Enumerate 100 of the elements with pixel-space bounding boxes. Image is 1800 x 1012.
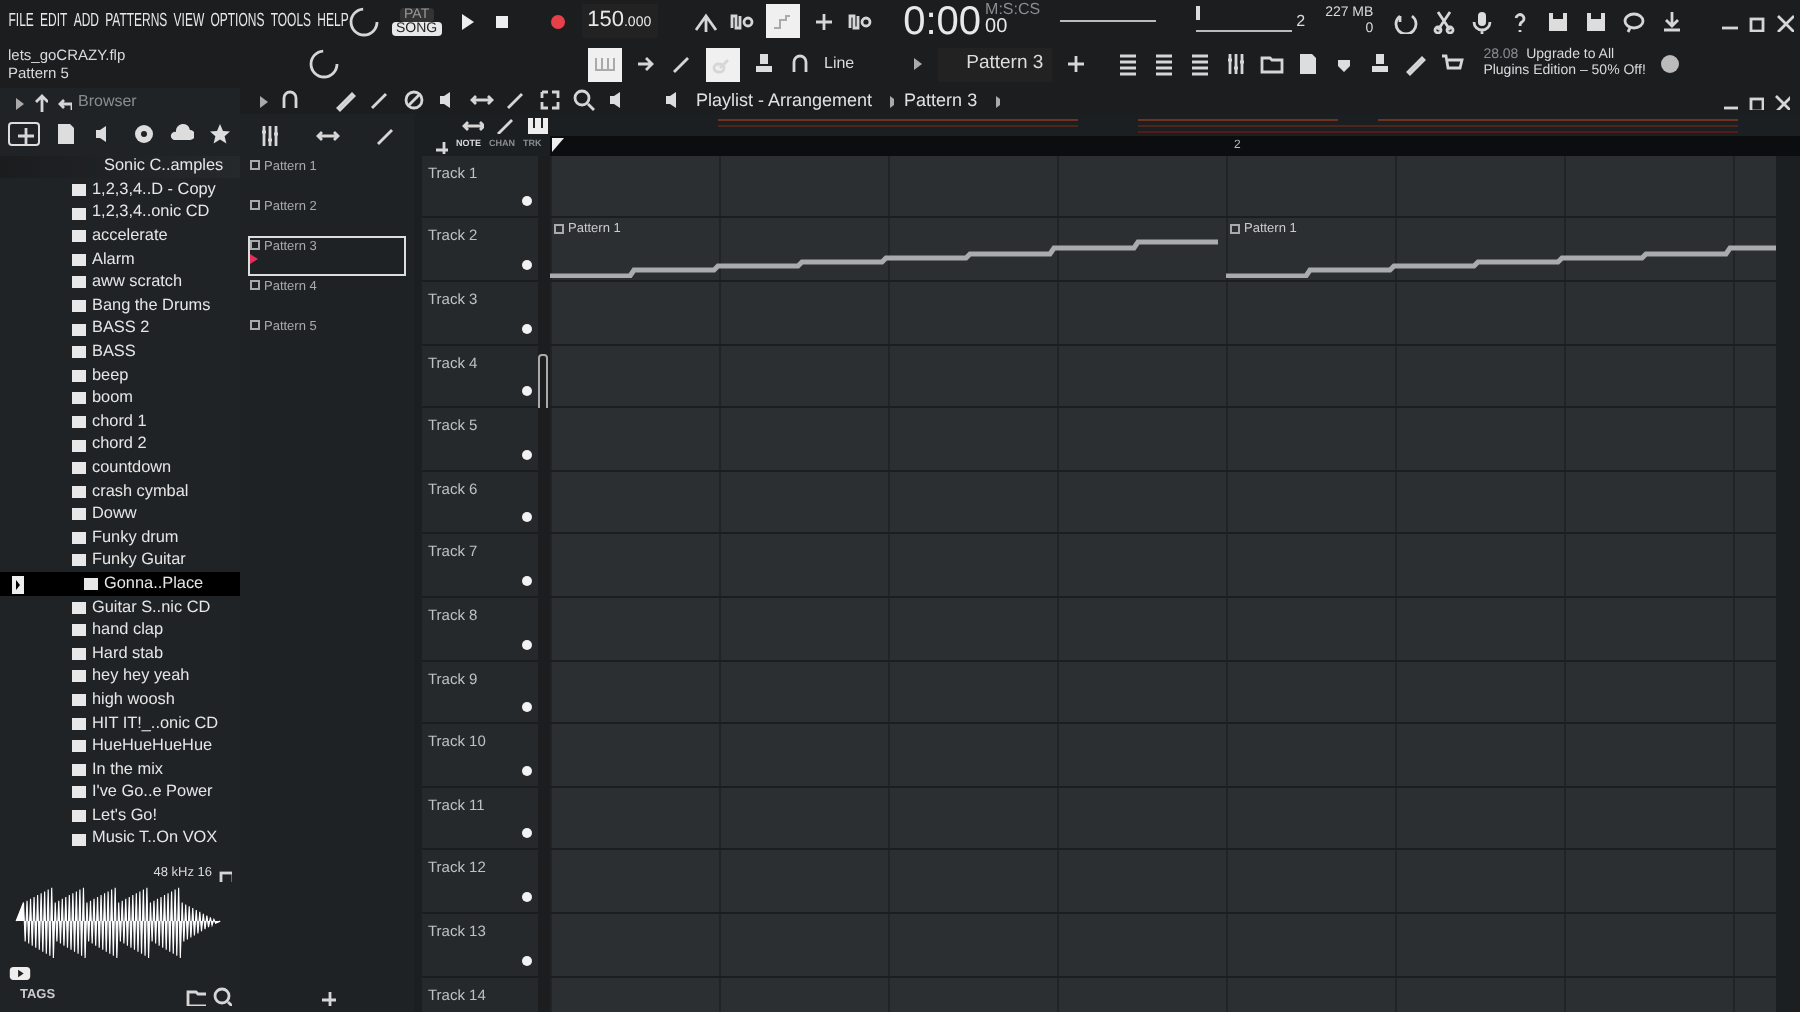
search-icon[interactable] xyxy=(212,986,232,1006)
mute-button[interactable] xyxy=(522,702,532,713)
mute-button[interactable] xyxy=(522,449,532,460)
browser-item[interactable]: hey hey yeah xyxy=(0,665,240,689)
undo-icon[interactable] xyxy=(1393,9,1418,34)
peak-icon[interactable] xyxy=(693,9,718,34)
browser-all-button[interactable] xyxy=(8,121,40,146)
link-button[interactable] xyxy=(706,47,740,82)
zoom-icon[interactable] xyxy=(572,88,596,113)
playhead-marker[interactable] xyxy=(552,137,564,152)
browser-item[interactable]: Guitar S..nic CD xyxy=(0,595,240,619)
record-icon[interactable] xyxy=(545,9,570,34)
download-icon[interactable] xyxy=(1659,9,1684,34)
chat-bubble-icon[interactable] xyxy=(1621,9,1646,34)
pencil-icon[interactable] xyxy=(1403,52,1428,77)
add-pattern-icon[interactable] xyxy=(1063,52,1084,77)
menu-item[interactable]: EDIT xyxy=(37,7,70,36)
browser-item[interactable]: countdown xyxy=(0,456,240,480)
globe-icon[interactable] xyxy=(1657,52,1682,77)
menu-item[interactable]: FILE xyxy=(6,7,37,36)
menu-item[interactable]: OPTIONS xyxy=(208,7,267,36)
mute-button[interactable] xyxy=(522,512,532,523)
browser-item[interactable]: chord 1 xyxy=(0,410,240,434)
browser-item[interactable]: Let's Go! xyxy=(0,804,240,828)
browser-item[interactable]: Gonna..Place xyxy=(0,572,240,596)
pencil-icon[interactable] xyxy=(334,88,358,113)
stamp-icon[interactable] xyxy=(752,52,776,77)
browser-item[interactable]: HueHueHueHue xyxy=(0,734,240,759)
menu-item[interactable]: PATTERNS xyxy=(102,7,170,36)
mute-button[interactable] xyxy=(522,955,532,966)
browser-item[interactable]: BASS xyxy=(0,340,240,364)
pattern-selector[interactable]: Pattern 3 xyxy=(938,48,1052,82)
mute-button[interactable] xyxy=(522,196,532,207)
wave-loop-icon[interactable] xyxy=(847,9,872,34)
piano-roll-button[interactable] xyxy=(526,114,548,135)
mixer-icon[interactable] xyxy=(1223,52,1248,77)
menu-item[interactable]: ADD xyxy=(71,7,102,36)
cut-icon[interactable] xyxy=(1431,9,1456,34)
magnet-icon[interactable] xyxy=(278,88,302,113)
browser-item[interactable]: hand clap xyxy=(0,618,240,643)
pitch-knob[interactable] xyxy=(308,48,340,81)
close-icon[interactable] xyxy=(1772,91,1790,110)
menu-item[interactable]: HELP xyxy=(314,7,352,36)
save-icon[interactable] xyxy=(1545,9,1570,34)
browser-item[interactable]: Funky Guitar xyxy=(0,549,240,573)
select-icon[interactable] xyxy=(538,88,562,113)
mute-button[interactable] xyxy=(522,828,532,839)
browser-item[interactable]: high woosh xyxy=(0,688,240,712)
magnet-icon[interactable] xyxy=(788,52,812,77)
browser-item[interactable]: boom xyxy=(0,387,240,411)
browser-item[interactable]: 1,2,3,4..D - Copy xyxy=(0,178,240,202)
wave-loop-icon[interactable] xyxy=(729,9,754,34)
folder-icon[interactable] xyxy=(1259,52,1284,77)
snap-selector[interactable]: Line xyxy=(824,52,855,77)
up-icon[interactable] xyxy=(30,91,48,112)
browser-item[interactable]: Alarm xyxy=(0,247,240,272)
save-icon[interactable] xyxy=(1583,9,1608,34)
mute-button[interactable] xyxy=(522,891,532,902)
disc-icon[interactable] xyxy=(131,121,156,146)
browser-item[interactable]: crash cymbal xyxy=(0,479,240,503)
step-button[interactable] xyxy=(765,4,800,39)
page-icon[interactable] xyxy=(1295,52,1320,77)
folder-icon[interactable] xyxy=(186,986,206,1006)
delete-icon[interactable] xyxy=(402,88,426,113)
mute-button[interactable] xyxy=(522,386,532,397)
cloud-icon[interactable] xyxy=(169,121,194,146)
page-icon[interactable] xyxy=(54,121,79,146)
star-icon[interactable] xyxy=(207,121,232,146)
mute-button[interactable] xyxy=(522,765,532,776)
menu-item[interactable]: VIEW xyxy=(171,7,207,36)
mute-button[interactable] xyxy=(522,639,532,650)
browser-item[interactable]: accelerate xyxy=(0,224,240,248)
browser-item[interactable]: HIT IT!_..onic CD xyxy=(0,711,240,735)
browser-item[interactable]: Hard stab xyxy=(0,642,240,666)
browser-item[interactable]: 1,2,3,4..onic CD xyxy=(0,201,240,225)
mute-button[interactable] xyxy=(522,323,532,334)
browser-item[interactable]: beep xyxy=(0,363,240,388)
browser-item[interactable]: Music T..On VOX xyxy=(0,827,240,851)
menu-item[interactable]: TOOLS xyxy=(268,7,314,36)
browser-item[interactable]: Bang the Drums xyxy=(0,294,240,318)
browser-item[interactable]: In the mix xyxy=(0,758,240,782)
breadcrumb-pattern[interactable]: Pattern 3 xyxy=(904,87,978,115)
mute-button[interactable] xyxy=(522,575,532,586)
browser-item[interactable]: I've Go..e Power xyxy=(0,781,240,805)
list-icon[interactable] xyxy=(1187,52,1212,77)
browser-item[interactable]: Doww xyxy=(0,503,240,527)
track-lane[interactable] xyxy=(550,155,1776,219)
close-icon[interactable] xyxy=(1774,11,1794,32)
browser-item[interactable]: chord 2 xyxy=(0,433,240,457)
wave-plus-icon[interactable] xyxy=(811,9,836,34)
mute-button[interactable] xyxy=(522,260,532,270)
browser-item[interactable]: aww scratch xyxy=(0,271,240,295)
pattern-view-button[interactable] xyxy=(588,47,622,82)
microphone-icon[interactable] xyxy=(1469,9,1494,34)
browser-item[interactable]: BASS 2 xyxy=(0,317,240,341)
add-track-icon[interactable] xyxy=(432,137,448,154)
play-preview-icon[interactable] xyxy=(8,965,32,980)
slider-thumb[interactable] xyxy=(1196,6,1201,21)
tempo-knob[interactable] xyxy=(348,5,380,38)
browser-item[interactable]: Funky drum xyxy=(0,526,240,550)
